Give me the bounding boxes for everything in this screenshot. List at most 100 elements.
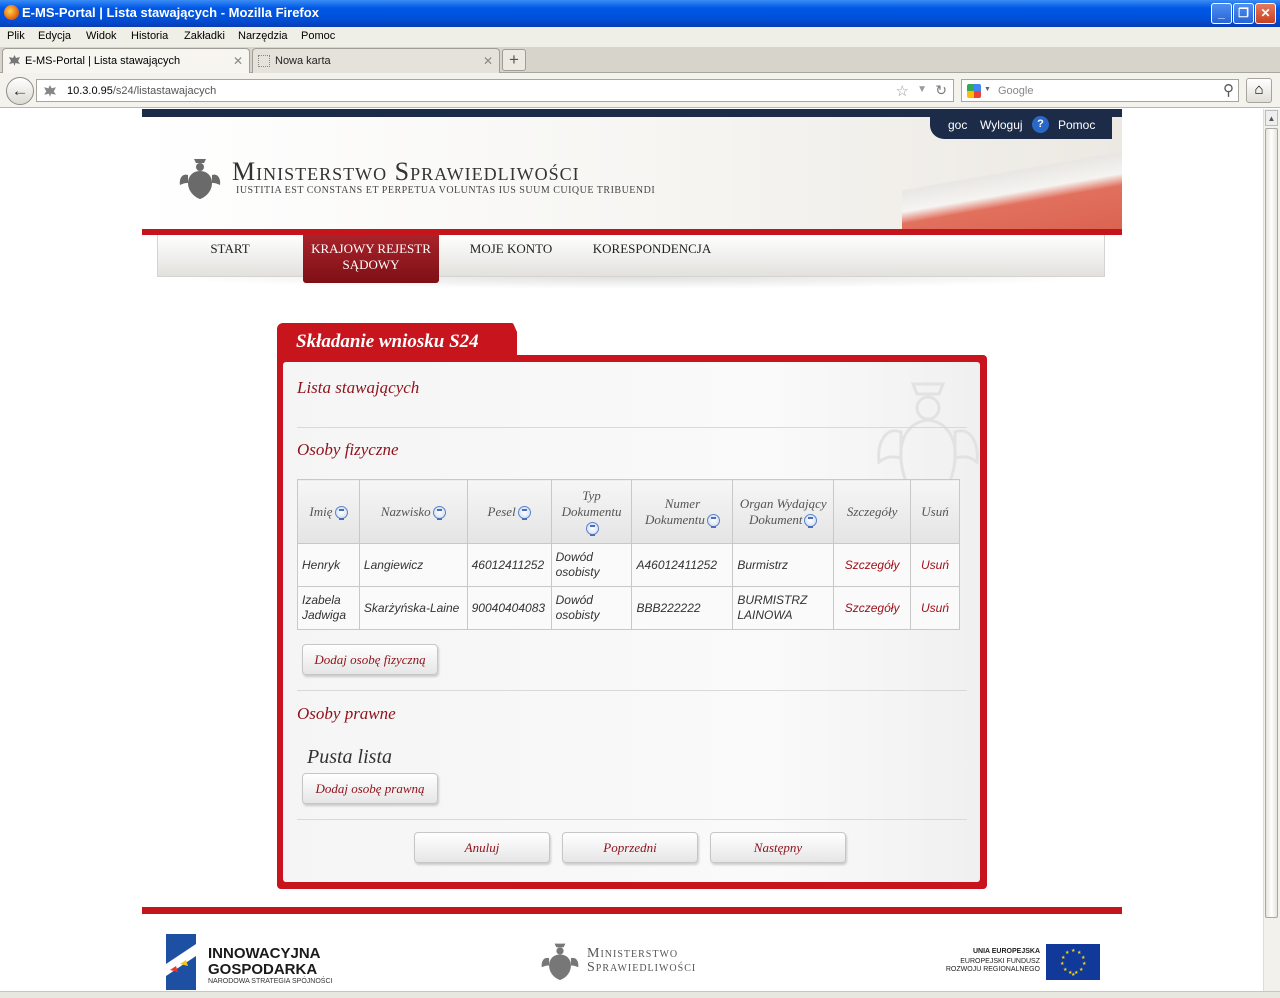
footer-divider: [142, 907, 1122, 914]
separator: [297, 690, 967, 691]
cell-pesel: 90040404083: [466, 586, 552, 630]
new-tab-button[interactable]: +: [502, 49, 526, 71]
svg-text:★: ★: [1071, 948, 1076, 954]
tab-label: E-MS-Portal | Lista stawających: [25, 55, 181, 67]
list-title: Lista stawających: [297, 378, 420, 397]
firefox-icon: [4, 5, 19, 20]
menu-edycja[interactable]: Edycja: [38, 30, 71, 42]
search-placeholder: Google: [998, 85, 1034, 97]
sort-icon[interactable]: [517, 506, 531, 521]
ms-line1: Ministerstwo: [587, 946, 679, 961]
cancel-button[interactable]: Anuluj: [414, 832, 550, 863]
scroll-up-icon[interactable]: ▲: [1265, 110, 1278, 126]
menu-plik[interactable]: Plik: [7, 30, 25, 42]
scrollbar-thumb[interactable]: [1265, 128, 1278, 918]
col-pesel[interactable]: Pesel: [466, 479, 552, 544]
svg-text:★: ★: [1060, 961, 1065, 967]
nav-korespondencja[interactable]: KORESPONDENCJA: [588, 241, 716, 257]
legal-persons-title: Osoby prawne: [297, 704, 396, 723]
menu-historia[interactable]: Historia: [131, 30, 168, 42]
col-organ[interactable]: Organ Wydający Dokument: [732, 479, 835, 544]
col-imie[interactable]: Imię: [297, 479, 360, 544]
eu-line1: UNIA EUROPEJSKA: [972, 948, 1040, 955]
ig-line2: GOSPODARKA: [208, 961, 318, 978]
nav-shadow: [157, 277, 1105, 289]
engine-dropdown-icon[interactable]: ▼: [984, 86, 991, 93]
svg-text:★: ★: [1065, 950, 1070, 956]
nav-start[interactable]: START: [190, 241, 270, 257]
details-link[interactable]: Szczegóły: [845, 558, 900, 572]
next-button[interactable]: Następny: [710, 832, 846, 863]
cell-details: Szczegóły: [833, 586, 912, 630]
search-icon[interactable]: ⚲: [1223, 81, 1234, 99]
table-header-row: Imię Nazwisko Pesel Typ Dokumentu Numer …: [297, 479, 960, 544]
nav-krajowy-rejestr-sadowy[interactable]: KRAJOWY REJESTR SĄDOWY: [303, 235, 439, 283]
reload-icon[interactable]: ↻: [935, 82, 947, 99]
natural-persons-title: Osoby fizyczne: [297, 440, 399, 459]
col-nazwisko[interactable]: Nazwisko: [358, 479, 468, 544]
cell-imie: Izabela Jadwiga: [297, 586, 360, 630]
col-usun: Usuń: [910, 479, 960, 544]
search-bar[interactable]: ▼ Google ⚲: [961, 79, 1239, 102]
separator: [297, 427, 967, 428]
persons-table: Imię Nazwisko Pesel Typ Dokumentu Numer …: [297, 479, 960, 630]
add-legal-person-button[interactable]: Dodaj osobę prawną: [302, 773, 438, 804]
menu-widok[interactable]: Widok: [86, 30, 117, 42]
cell-organ: Burmistrz: [732, 543, 835, 587]
help-icon[interactable]: ?: [1032, 116, 1049, 133]
bookmark-star-icon[interactable]: ☆: [896, 82, 909, 100]
svg-text:★: ★: [1079, 967, 1084, 973]
tab-bar: E-MS-Portal | Lista stawających ✕ Nowa k…: [0, 47, 1280, 73]
logout-link[interactable]: Wyloguj: [980, 118, 1023, 132]
cell-numer: A46012411252: [631, 543, 734, 587]
delete-link[interactable]: Usuń: [921, 558, 949, 572]
sort-icon[interactable]: [334, 506, 348, 521]
help-link[interactable]: Pomoc: [1058, 118, 1095, 132]
cell-details: Szczegóły: [833, 543, 912, 587]
eagle-favicon-icon: [9, 55, 20, 66]
sort-icon[interactable]: [706, 514, 720, 529]
navigation-toolbar: ← 10.3.0.95/s24/listastawajacych ☆ ▼ ↻ ▼…: [0, 73, 1280, 108]
url-dropdown-icon[interactable]: ▼: [917, 84, 927, 95]
table-row: Henryk Langiewicz 46012411252 Dowód osob…: [297, 543, 960, 587]
menu-narzedzia[interactable]: Narzędzia: [238, 30, 288, 42]
cell-nazwisko: Skarżyńska-Laine: [358, 586, 468, 630]
tab-nowa-karta[interactable]: Nowa karta ✕: [252, 48, 500, 73]
tab-e-ms-portal[interactable]: E-MS-Portal | Lista stawających ✕: [2, 48, 250, 73]
ig-line3: NARODOWA STRATEGIA SPÓJNOŚCI: [208, 978, 333, 985]
details-link[interactable]: Szczegóły: [845, 601, 900, 615]
back-button[interactable]: ←: [6, 77, 34, 105]
maximize-button[interactable]: ❐: [1233, 3, 1254, 24]
sort-icon[interactable]: [586, 522, 600, 537]
window-title: E-MS-Portal | Lista stawających - Mozill…: [22, 5, 319, 20]
close-window-button[interactable]: ✕: [1255, 3, 1276, 24]
delete-link[interactable]: Usuń: [921, 601, 949, 615]
menu-pomoc[interactable]: Pomoc: [301, 30, 335, 42]
url-path: /s24/listastawajacych: [112, 85, 217, 97]
previous-button[interactable]: Poprzedni: [562, 832, 698, 863]
footer: INNOWACYJNA GOSPODARKA NARODOWA STRATEGI…: [142, 914, 1122, 991]
menu-bar: Plik Edycja Widok Historia Zakładki Narz…: [0, 27, 1280, 47]
nav-label: KRAJOWY REJESTR SĄDOWY: [311, 241, 431, 272]
minimize-button[interactable]: _: [1211, 3, 1232, 24]
cell-organ: BURMISTRZ LAINOWA: [732, 586, 835, 630]
nav-moje-konto[interactable]: MOJE KONTO: [462, 241, 560, 257]
ministry-footer-eagle-icon: [541, 943, 579, 980]
add-natural-person-button[interactable]: Dodaj osobę fizyczną: [302, 644, 438, 675]
home-button[interactable]: ⌂: [1246, 78, 1272, 103]
separator: [297, 819, 967, 820]
sort-icon[interactable]: [804, 514, 818, 529]
eu-line2: EUROPEJSKI FUNDUSZ: [960, 958, 1040, 965]
ms-line2: Sprawiedliwości: [587, 960, 697, 975]
menu-zakladki[interactable]: Zakładki: [184, 30, 225, 42]
ig-line1: INNOWACYJNA: [208, 945, 321, 962]
close-tab-icon[interactable]: ✕: [483, 54, 493, 68]
url-bar[interactable]: 10.3.0.95/s24/listastawajacych ☆ ▼ ↻: [36, 79, 954, 102]
col-typ-dokumentu[interactable]: Typ Dokumentu: [550, 479, 633, 544]
google-icon[interactable]: [967, 84, 981, 98]
close-tab-icon[interactable]: ✕: [233, 54, 243, 68]
eu-line3: ROZWOJU REGIONALNEGO: [945, 966, 1040, 973]
svg-text:★: ★: [1063, 967, 1068, 973]
col-numer-dokumentu[interactable]: Numer Dokumentu: [631, 479, 734, 544]
sort-icon[interactable]: [432, 506, 446, 521]
